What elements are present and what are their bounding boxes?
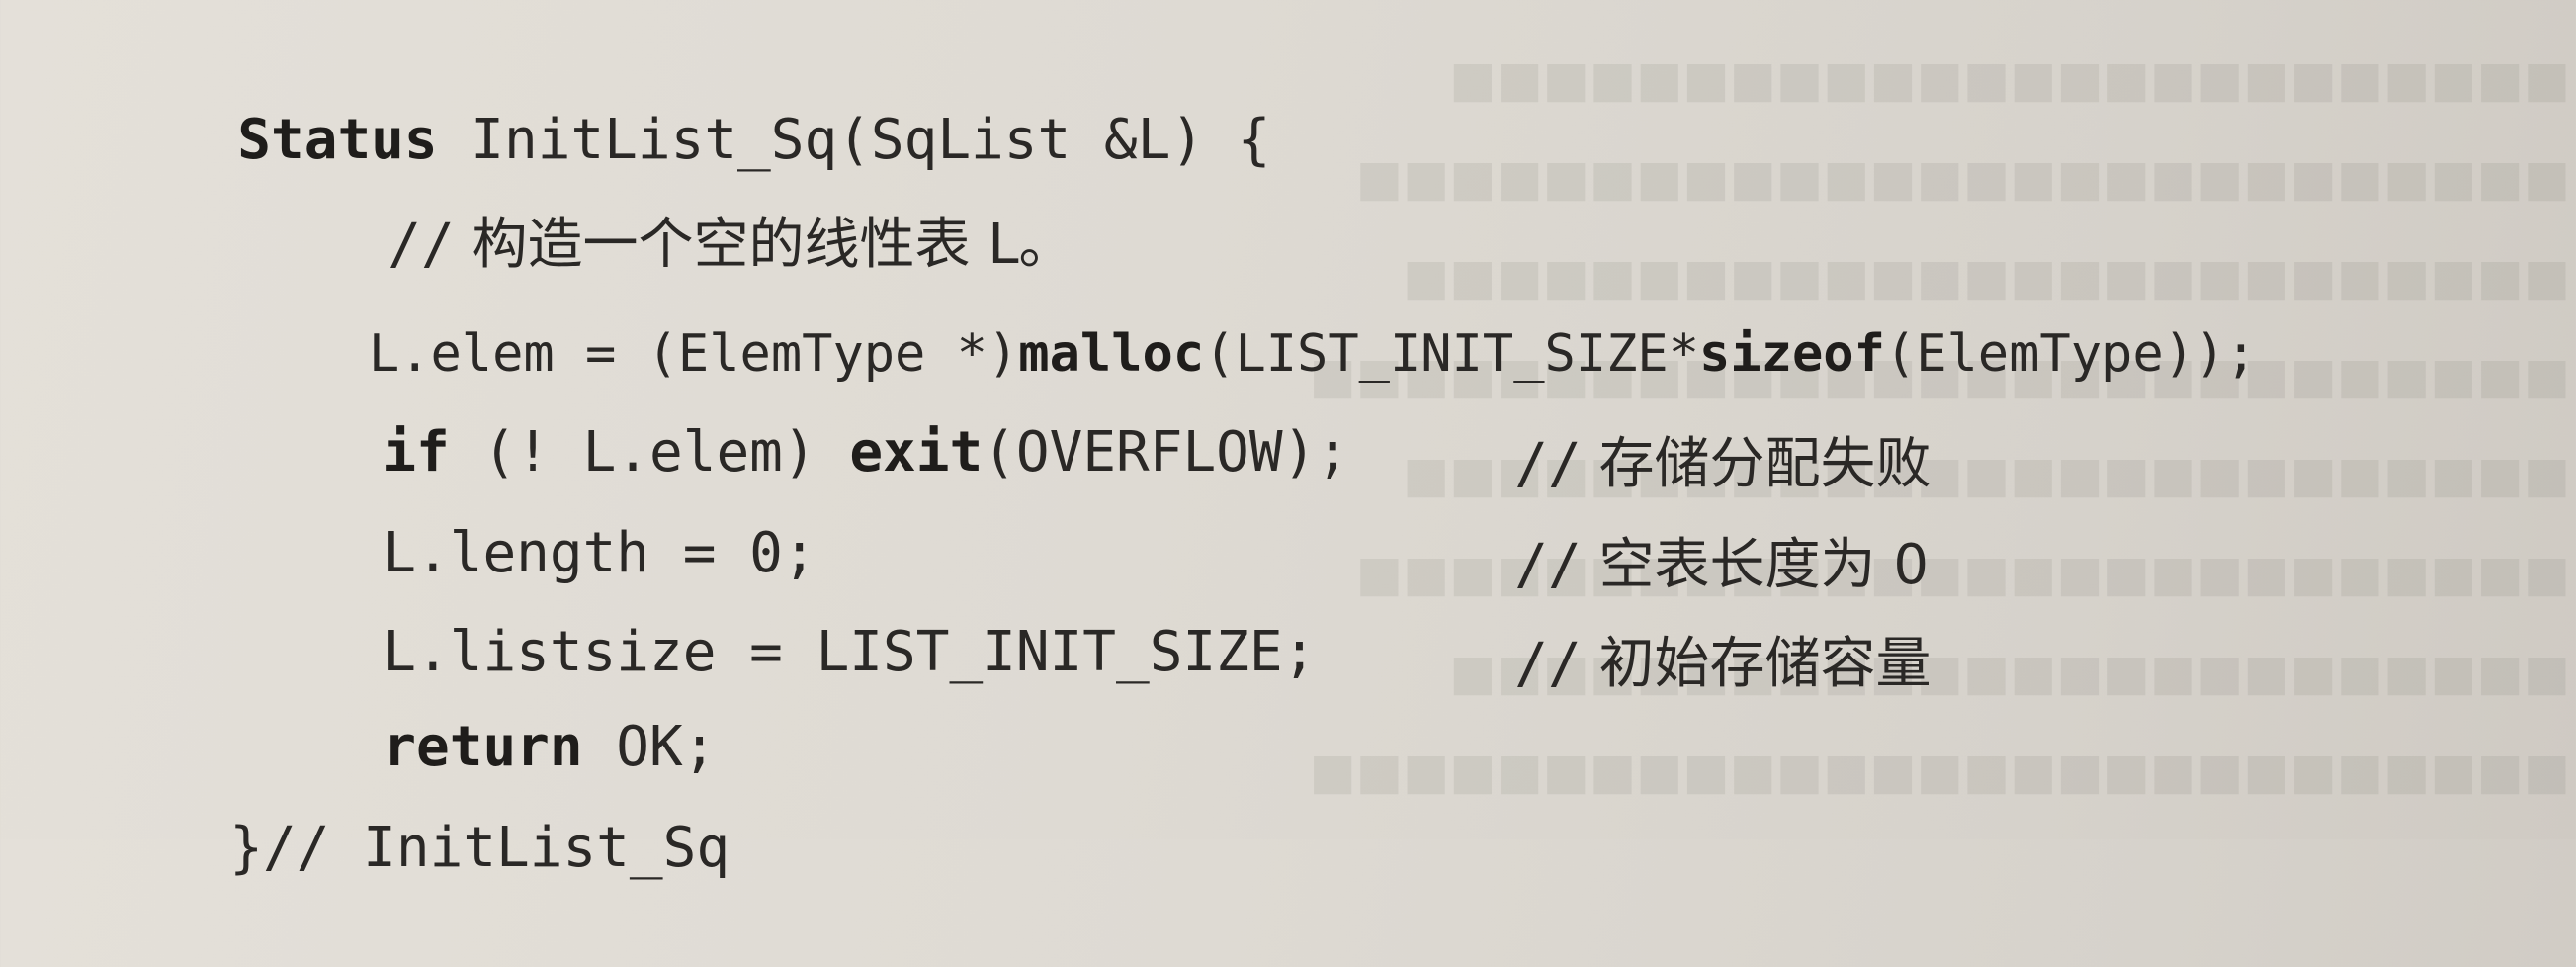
code-line-8: }// InitList_Sq [30,730,730,880]
code-line-4: if (! L.elem) exit(OVERFLOW); [183,334,1349,484]
code-line-5: L.length = 0; [183,435,816,585]
comment-text: 初始存储容量 [1581,632,1932,696]
code-line-1: Status InitList_Sq(SqList &L) { [38,22,1270,172]
textbook-page: ■■■■■■■■■■■■■■■■■■■■■■■■ ■■■■■■■■■■■■■■■… [0,0,2576,880]
code-comment-5: // 空表长度为 0 [1315,447,1929,597]
keyword-exit: exit [849,420,984,484]
code-line-7: return OK; [183,629,716,779]
code-line-6: L.listsize = LIST_INIT_SIZE; [183,534,1316,684]
comment-slashes: // [1514,632,1582,696]
code-line-2: // 构造一个空的线性表 L。 [188,127,1073,277]
comment-slashes: // [263,816,330,880]
code-text: (ElemType)); [1884,324,2257,384]
code-text: (OVERFLOW); [983,420,1350,484]
closing-brace: } [229,816,264,880]
comment-text: InitList_Sq [329,816,730,880]
code-line-3: L.elem = (ElemType *)malloc(LIST_INIT_SI… [183,235,2257,384]
code-comment-6: // 初始存储容量 [1315,546,1931,696]
code-comment-4: // 存储分配失败 [1315,346,1931,496]
